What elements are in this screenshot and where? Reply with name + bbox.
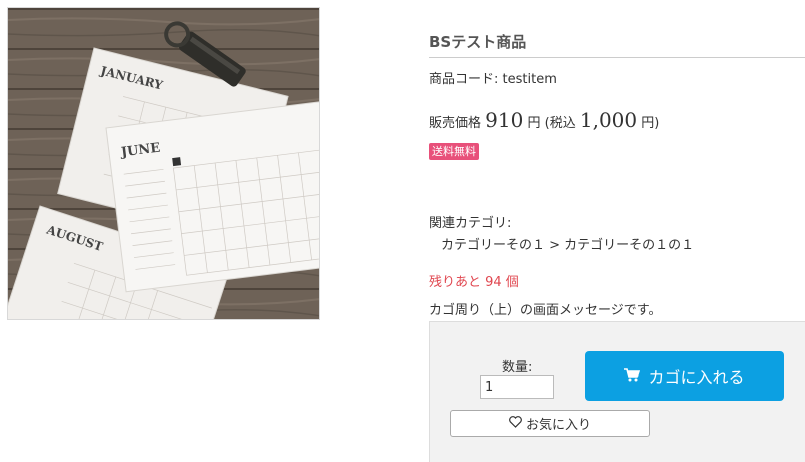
product-photo: JANUARY AUGUST JUNE [8,8,319,319]
tax-price-value: 1,000 [579,108,638,132]
product-code: 商品コード: testitem [429,68,557,87]
price-value: 910 [485,108,524,132]
product-image: JANUARY AUGUST JUNE [7,7,320,320]
stock-remaining: 残りあと 94 個 [429,275,519,290]
quantity-label: 数量: [502,360,533,375]
favorite-label: お気に入り [525,418,591,433]
free-shipping-badge: 送料無料 [429,143,479,160]
tax-label: (税込 [544,116,576,131]
quantity-input[interactable] [480,375,554,399]
cart-icon [624,367,641,386]
price-row: 販売価格 910 円 (税込 1,000 円) [429,108,659,132]
heart-icon [509,415,522,432]
favorite-button[interactable]: お気に入り [450,410,650,437]
product-code-value: testitem [502,72,557,87]
cart-message: カゴ周り（上）の画面メッセージです。 [429,303,662,318]
related-category-path[interactable]: カテゴリーその１ > カテゴリーその１の１ [441,234,694,253]
tax-unit: 円) [641,116,660,131]
add-to-cart-label: カゴに入れる [648,368,745,387]
related-category-label: 関連カテゴリ: [429,216,512,231]
title-divider [429,57,805,58]
product-code-label: 商品コード: [429,72,499,87]
price-label: 販売価格 [429,116,482,131]
product-title: BSテスト商品 [429,33,527,51]
price-unit: 円 [527,116,541,131]
add-to-cart-button[interactable]: カゴに入れる [585,351,784,401]
